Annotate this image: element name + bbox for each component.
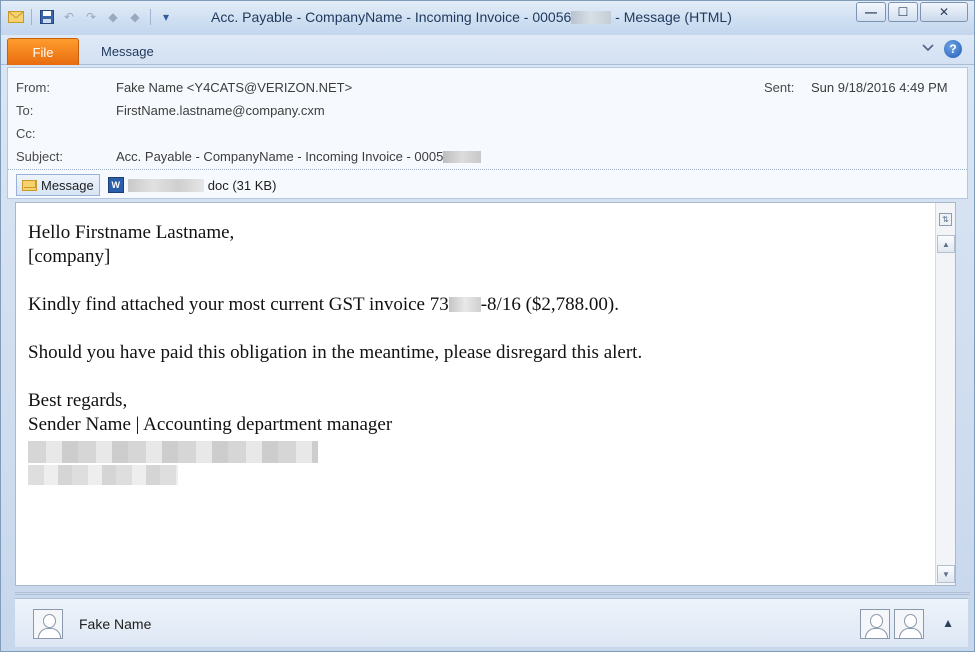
save-icon[interactable]: [38, 8, 56, 26]
from-value[interactable]: Fake Name <Y4CATS@VERIZON.NET>: [116, 80, 352, 95]
disregard-line: Should you have paid this obligation in …: [28, 342, 643, 363]
invoice-line-end: -8/16 ($2,788.00).: [480, 294, 619, 315]
from-label: From:: [16, 80, 50, 95]
window-title-prefix: Acc. Payable - CompanyName - Incoming In…: [211, 9, 572, 25]
quick-access-toolbar: ↶ ↷ ◆ ◆ ▾: [7, 8, 175, 26]
scroll-down-button[interactable]: ▼: [937, 565, 955, 583]
ribbon-tab-row: File Message ?: [1, 35, 974, 65]
vertical-scrollbar[interactable]: ⇅ ▲ ▼: [935, 203, 955, 585]
toolbar-separator: [150, 9, 151, 25]
message-body-pane[interactable]: Hello Firstname Lastname, [company] Kind…: [15, 202, 956, 586]
attachment-bar: Message W doc (31 KB): [16, 174, 276, 196]
window-controls: — ☐ ✕: [856, 2, 968, 22]
to-label: To:: [16, 103, 34, 118]
sent-label: Sent:: [764, 80, 795, 95]
next-icon[interactable]: ◆: [126, 8, 144, 26]
sent-value: Sun 9/18/2016 4:49 PM: [811, 80, 948, 95]
invoice-line-start: Kindly find attached your most current G…: [28, 294, 449, 315]
close-button[interactable]: ✕: [920, 2, 968, 22]
subject-label: Subject:: [16, 149, 63, 164]
help-icon[interactable]: ?: [944, 40, 962, 58]
greeting-line: Hello Firstname Lastname,: [28, 222, 235, 243]
redacted-region: [127, 178, 204, 192]
toolbar-separator: [31, 9, 32, 25]
minimize-ribbon-icon[interactable]: [922, 43, 934, 56]
scroll-up-button[interactable]: ▲: [937, 235, 955, 253]
doc-attachment-label: doc (31 KB): [207, 177, 277, 193]
tab-file[interactable]: File: [7, 38, 79, 65]
signature-line: Sender Name | Accounting department mana…: [28, 414, 393, 435]
outlook-message-window: ↶ ↷ ◆ ◆ ▾ Acc. Payable - CompanyName - I…: [0, 0, 975, 652]
window-title-suffix: - Message (HTML): [615, 9, 732, 25]
people-pane-contacts: [860, 609, 924, 639]
header-divider: [8, 169, 967, 170]
undo-icon[interactable]: ↶: [60, 8, 78, 26]
contact-avatar-icon[interactable]: [894, 609, 924, 639]
mail-icon[interactable]: [7, 8, 25, 26]
subject-text: Acc. Payable - CompanyName - Incoming In…: [116, 149, 444, 164]
to-value[interactable]: FirstName.lastname@company.cxm: [116, 103, 325, 118]
people-pane: Fake Name ▲: [15, 598, 968, 647]
contact-avatar-icon[interactable]: [860, 609, 890, 639]
redacted-region: [443, 151, 482, 163]
window-title: Acc. Payable - CompanyName - Incoming In…: [211, 9, 732, 25]
expand-people-pane-icon[interactable]: ▲: [942, 616, 954, 630]
people-pane-splitter[interactable]: [15, 592, 970, 595]
message-attachment-label: Message: [41, 177, 94, 193]
title-bar: ↶ ↷ ◆ ◆ ▾ Acc. Payable - CompanyName - I…: [1, 1, 974, 35]
company-line: [company]: [28, 246, 111, 267]
doc-attachment[interactable]: W doc (31 KB): [107, 177, 277, 193]
people-pane-name[interactable]: Fake Name: [79, 616, 151, 632]
cc-label: Cc:: [16, 126, 36, 141]
redacted-region: [448, 297, 481, 312]
redacted-signature-block: [28, 439, 328, 489]
message-header: From: Fake Name <Y4CATS@VERIZON.NET> Sen…: [7, 67, 968, 199]
redo-icon[interactable]: ↷: [82, 8, 100, 26]
split-view-icon[interactable]: ⇅: [939, 213, 952, 226]
word-document-icon: W: [107, 177, 124, 193]
message-body: Hello Firstname Lastname, [company] Kind…: [28, 221, 928, 489]
sender-avatar-icon[interactable]: [33, 609, 63, 639]
customize-toolbar-icon[interactable]: ▾: [157, 8, 175, 26]
closing-line: Best regards,: [28, 390, 128, 411]
redacted-region: [571, 11, 612, 24]
previous-icon[interactable]: ◆: [104, 8, 122, 26]
minimize-button[interactable]: —: [856, 2, 886, 22]
subject-value: Acc. Payable - CompanyName - Incoming In…: [116, 149, 482, 164]
envelope-icon: [22, 179, 37, 191]
ribbon-right-controls: ?: [922, 40, 962, 58]
message-attachment-button[interactable]: Message: [16, 174, 100, 196]
tab-message[interactable]: Message: [91, 38, 164, 65]
maximize-button[interactable]: ☐: [888, 2, 918, 22]
